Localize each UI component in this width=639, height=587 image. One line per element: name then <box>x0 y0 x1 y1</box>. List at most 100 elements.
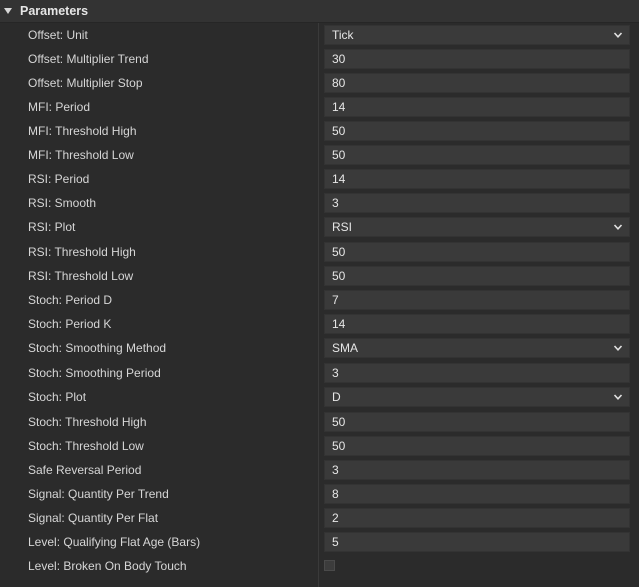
parameter-value: 50 <box>332 415 346 429</box>
parameter-row: Stoch: Period D 7 <box>0 288 639 312</box>
parameter-value: 80 <box>332 76 346 90</box>
parameter-input[interactable]: 50 <box>324 412 630 432</box>
parameter-input[interactable]: 8 <box>324 484 630 504</box>
parameter-row: Safe Reversal Period 3 <box>0 458 639 482</box>
parameter-value: 3 <box>332 196 339 210</box>
parameter-input[interactable]: 50 <box>324 242 630 262</box>
parameter-label: Offset: Multiplier Trend <box>28 52 149 66</box>
parameter-row: Level: Broken On Body Touch <box>0 554 639 578</box>
section-title: Parameters <box>20 4 89 18</box>
parameter-label: Stoch: Smoothing Period <box>28 366 161 380</box>
parameter-value: 2 <box>332 511 339 525</box>
parameter-label: Signal: Quantity Per Trend <box>28 487 169 501</box>
parameters-panel: Parameters Offset: Unit Tick Offset: Multi… <box>0 0 639 587</box>
parameter-label: MFI: Threshold Low <box>28 148 134 162</box>
parameter-input[interactable]: 2 <box>324 508 630 528</box>
parameter-label: Stoch: Smoothing Method <box>28 341 167 355</box>
parameter-select[interactable]: Tick <box>324 25 630 45</box>
parameter-list: Offset: Unit Tick Offset: Multiplier Trend… <box>0 23 639 578</box>
parameter-label: RSI: Threshold Low <box>28 269 134 283</box>
parameter-value: RSI <box>332 220 353 234</box>
parameter-input[interactable]: 14 <box>324 97 630 117</box>
parameter-value: Tick <box>332 28 354 42</box>
parameter-select[interactable]: RSI <box>324 217 630 237</box>
parameter-row: Offset: Multiplier Trend 30 <box>0 47 639 71</box>
parameter-row: MFI: Threshold High 50 <box>0 119 639 143</box>
parameter-row: Signal: Quantity Per Flat 2 <box>0 506 639 530</box>
parameter-input[interactable]: 3 <box>324 460 630 480</box>
parameter-select[interactable]: D <box>324 387 630 407</box>
parameter-value: 50 <box>332 148 346 162</box>
parameter-value: 50 <box>332 439 346 453</box>
parameter-value: 14 <box>332 100 346 114</box>
parameter-label: Stoch: Period D <box>28 293 113 307</box>
parameter-row: RSI: Threshold High 50 <box>0 240 639 264</box>
parameter-label: Stoch: Threshold Low <box>28 439 144 453</box>
parameter-input[interactable]: 50 <box>324 121 630 141</box>
parameter-label: Offset: Unit <box>28 28 88 42</box>
parameter-label: MFI: Period <box>28 100 91 114</box>
parameter-row: Stoch: Period K 14 <box>0 312 639 336</box>
parameter-label: MFI: Threshold High <box>28 124 137 138</box>
parameter-input[interactable]: 3 <box>324 193 630 213</box>
parameter-label: RSI: Smooth <box>28 196 97 210</box>
parameter-input[interactable]: 50 <box>324 145 630 165</box>
parameter-row: Stoch: Threshold Low 50 <box>0 434 639 458</box>
parameter-row: Stoch: Plot D <box>0 385 639 410</box>
parameter-value: 3 <box>332 463 339 477</box>
parameter-value: 8 <box>332 487 339 501</box>
parameter-input[interactable]: 30 <box>324 49 630 69</box>
parameter-value: 50 <box>332 245 346 259</box>
parameter-input[interactable]: 7 <box>324 290 630 310</box>
parameter-input[interactable]: 80 <box>324 73 630 93</box>
chevron-down-icon[interactable] <box>613 30 623 40</box>
parameter-label: Level: Broken On Body Touch <box>28 559 187 573</box>
parameter-value: 14 <box>332 172 346 186</box>
parameter-label: Level: Qualifying Flat Age (Bars) <box>28 535 201 549</box>
parameter-row: Offset: Unit Tick <box>0 23 639 47</box>
parameter-value: SMA <box>332 341 359 355</box>
parameter-value: 30 <box>332 52 346 66</box>
parameter-value: 50 <box>332 269 346 283</box>
parameter-label: Safe Reversal Period <box>28 463 142 477</box>
parameter-row: Level: Qualifying Flat Age (Bars) 5 <box>0 530 639 554</box>
parameter-label: Stoch: Period K <box>28 317 112 331</box>
chevron-down-icon[interactable] <box>613 222 623 232</box>
parameter-label: Signal: Quantity Per Flat <box>28 511 159 525</box>
parameter-row: RSI: Period 14 <box>0 167 639 191</box>
parameter-input[interactable]: 14 <box>324 314 630 334</box>
parameter-select[interactable]: SMA <box>324 338 630 358</box>
parameter-label: RSI: Threshold High <box>28 245 136 259</box>
parameter-label: Stoch: Plot <box>28 390 87 404</box>
parameter-input[interactable]: 50 <box>324 266 630 286</box>
parameter-value: 7 <box>332 293 339 307</box>
parameter-row: MFI: Period 14 <box>0 95 639 119</box>
parameter-value: D <box>332 390 341 404</box>
parameter-row: Stoch: Smoothing Period 3 <box>0 361 639 385</box>
chevron-down-icon[interactable] <box>613 343 623 353</box>
parameter-input[interactable]: 5 <box>324 532 630 552</box>
parameter-label: RSI: Plot <box>28 220 76 234</box>
parameter-row: RSI: Smooth 3 <box>0 191 639 215</box>
parameter-value: 14 <box>332 317 346 331</box>
parameters-section-header[interactable]: Parameters <box>0 0 639 23</box>
caret-down-icon[interactable] <box>4 8 12 14</box>
parameter-checkbox[interactable] <box>324 560 335 571</box>
parameter-row: Signal: Quantity Per Trend 8 <box>0 482 639 506</box>
parameter-row: RSI: Threshold Low 50 <box>0 264 639 288</box>
parameter-row: RSI: Plot RSI <box>0 215 639 240</box>
parameter-value: 5 <box>332 535 339 549</box>
parameter-input[interactable]: 14 <box>324 169 630 189</box>
parameter-input[interactable]: 50 <box>324 436 630 456</box>
parameter-label: Stoch: Threshold High <box>28 415 147 429</box>
parameter-row: MFI: Threshold Low 50 <box>0 143 639 167</box>
parameter-value: 50 <box>332 124 346 138</box>
parameter-row: Stoch: Smoothing Method SMA <box>0 336 639 361</box>
parameter-value: 3 <box>332 366 339 380</box>
parameter-row: Stoch: Threshold High 50 <box>0 410 639 434</box>
parameter-row: Offset: Multiplier Stop 80 <box>0 71 639 95</box>
parameter-label: RSI: Period <box>28 172 90 186</box>
chevron-down-icon[interactable] <box>613 392 623 402</box>
parameter-input[interactable]: 3 <box>324 363 630 383</box>
parameter-label: Offset: Multiplier Stop <box>28 76 143 90</box>
